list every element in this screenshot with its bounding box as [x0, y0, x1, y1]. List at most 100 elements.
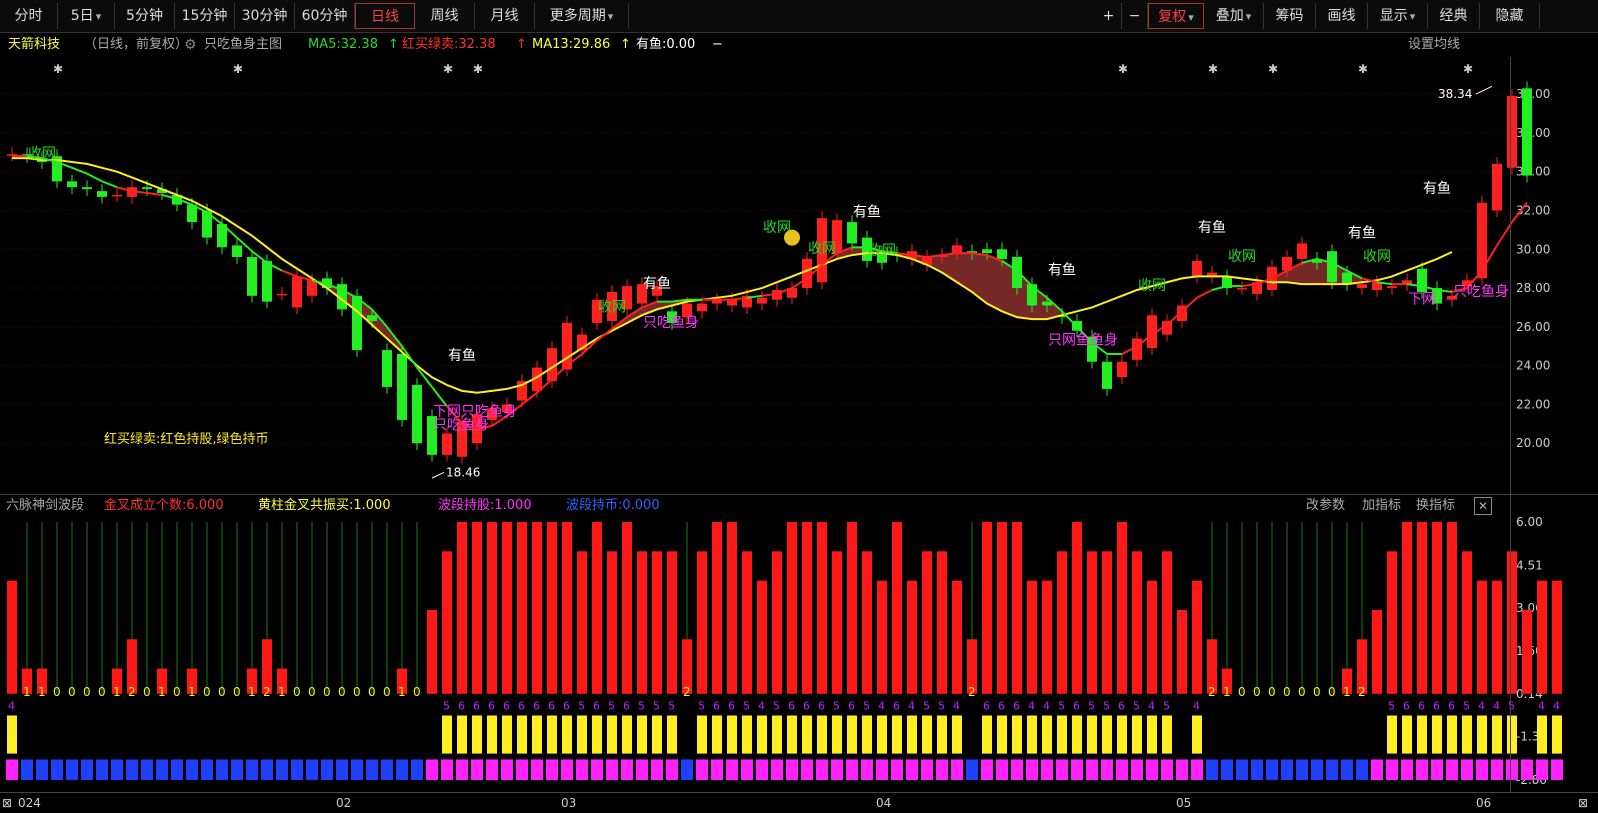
chart-annotation: 有鱼 — [1198, 219, 1226, 236]
sub-value-label: 2 — [683, 685, 691, 699]
band-digit-label: 5 — [743, 700, 750, 713]
hongmai-arrow-icon: ↑ — [516, 37, 527, 52]
toolbar-button-1[interactable]: − — [1122, 3, 1148, 29]
candle-body — [142, 187, 152, 190]
candle[interactable] — [97, 184, 107, 204]
sub-red-bar — [457, 522, 467, 694]
sub-indicator-name[interactable]: 六脉神剑波段 — [6, 495, 84, 517]
period-tab-8[interactable]: 月线 — [475, 3, 535, 29]
trend-band-bar — [516, 759, 528, 780]
chart-annotation: 有鱼 — [1048, 261, 1076, 278]
period-tab-4[interactable]: 30分钟 — [235, 3, 295, 29]
period-tab-2[interactable]: 5分钟 — [115, 3, 175, 29]
candle[interactable] — [382, 343, 392, 394]
candle[interactable] — [1207, 265, 1217, 284]
toolbar-button-0[interactable]: + — [1096, 3, 1122, 29]
candle[interactable] — [577, 327, 587, 357]
close-icon[interactable]: ✕ — [1474, 497, 1492, 515]
gear-icon[interactable]: ⚙ — [184, 33, 197, 57]
set-ma-button[interactable]: 设置均线 — [1408, 33, 1460, 57]
period-tab-3[interactable]: 15分钟 — [175, 3, 235, 29]
trend-band-bar — [1461, 759, 1473, 780]
candle[interactable] — [277, 287, 287, 301]
candle[interactable] — [1492, 157, 1502, 218]
sub-red-bar — [1057, 551, 1067, 694]
sub-indicator-chart[interactable]: 6.004.513.061.600.14-1.31-2.804110000120… — [0, 516, 1598, 792]
candle[interactable] — [82, 180, 92, 196]
sub-red-bar — [637, 551, 647, 694]
candle[interactable] — [1117, 354, 1127, 385]
face-icon — [784, 229, 800, 246]
toolbar-button-2[interactable]: 复权 — [1148, 3, 1204, 29]
candle[interactable] — [67, 174, 77, 194]
candle[interactable] — [922, 250, 932, 272]
candle[interactable] — [1522, 81, 1532, 183]
stock-name[interactable]: 天箭科技 — [8, 33, 60, 57]
sub-value-label: 1 — [38, 685, 46, 699]
sub-value-label: 1 — [113, 685, 121, 699]
switch-indicator-button[interactable]: 换指标 — [1416, 495, 1455, 517]
trend-band-bar — [1116, 759, 1128, 780]
candle[interactable] — [757, 290, 767, 311]
add-indicator-button[interactable]: 加指标 — [1362, 495, 1401, 517]
signal-star-icon: ✱ — [1463, 62, 1473, 76]
sub-red-bar — [1087, 551, 1097, 694]
ma13-line — [12, 157, 1453, 394]
toolbar-button-8[interactable]: 隐藏 — [1480, 3, 1540, 29]
yellow-band-bar — [1507, 715, 1517, 754]
toolbar-button-5[interactable]: 画线 — [1316, 3, 1368, 29]
period-tab-9[interactable]: 更多周期 — [535, 3, 629, 29]
trend-band-bar — [381, 759, 393, 780]
yellow-band-bar — [802, 715, 812, 754]
candle[interactable] — [1237, 281, 1247, 295]
candle[interactable] — [847, 215, 857, 251]
candle[interactable] — [1102, 354, 1112, 396]
toolbar-button-4[interactable]: 筹码 — [1264, 3, 1316, 29]
yellow-band-bar — [1162, 715, 1172, 754]
trend-band-bar — [1086, 759, 1098, 780]
candle[interactable] — [1507, 89, 1517, 175]
chart-annotation: 只吃鱼身 — [643, 314, 699, 331]
period-tab-6[interactable]: 日线 — [355, 3, 415, 29]
scroll-right-icon[interactable]: ⊠ — [1578, 793, 1588, 813]
boduan-chibi-value: 波段持币:0.000 — [566, 498, 660, 513]
edit-params-button[interactable]: 改参数 — [1306, 495, 1345, 517]
main-kline-chart[interactable]: 38.0036.0034.0032.0030.0028.0026.0024.00… — [0, 57, 1598, 494]
yellow-band-bar — [877, 715, 887, 754]
yellow-band-bar — [577, 715, 587, 754]
scroll-left-icon[interactable]: ⊠ — [2, 793, 12, 813]
candle[interactable] — [247, 250, 257, 303]
period-tab-0[interactable]: 分时 — [0, 3, 58, 29]
candle[interactable] — [412, 378, 422, 450]
indicator-name[interactable]: 只吃鱼身主图 — [204, 33, 282, 57]
youyu-value: 有鱼:0.00 — [636, 37, 696, 52]
sub-value-label: 1 — [158, 685, 166, 699]
candle[interactable] — [112, 188, 122, 202]
trend-band-bar — [81, 759, 93, 780]
period-tab-1[interactable]: 5日 — [58, 3, 115, 29]
candle[interactable] — [1387, 279, 1397, 295]
candle-body — [1102, 361, 1112, 389]
trend-band-bar — [951, 759, 963, 780]
candle-body — [97, 191, 107, 197]
candle[interactable] — [232, 238, 242, 264]
chart-header: 天箭科技 （日线，前复权） ⚙ 只吃鱼身主图 MA5:32.38 ↑ 红买绿卖:… — [0, 33, 1598, 57]
candle[interactable] — [397, 347, 407, 427]
yellow-band-bar — [1072, 715, 1082, 754]
trend-band-bar — [1296, 759, 1308, 780]
trend-band-bar — [1401, 759, 1413, 780]
yellow-band-bar — [742, 715, 752, 754]
trend-band-bar — [786, 759, 798, 780]
toolbar-button-7[interactable]: 经典 — [1428, 3, 1480, 29]
signal-star-icon: ✱ — [1358, 62, 1368, 76]
period-tab-7[interactable]: 周线 — [415, 3, 475, 29]
toolbar-button-6[interactable]: 显示 — [1368, 3, 1428, 29]
candle[interactable] — [1192, 254, 1202, 284]
yellow-band-bar — [1087, 715, 1097, 754]
band-digit-label: 5 — [443, 700, 450, 713]
period-tab-5[interactable]: 60分钟 — [295, 3, 355, 29]
candle[interactable] — [712, 292, 722, 311]
candle[interactable] — [1222, 269, 1232, 295]
toolbar-button-3[interactable]: 叠加 — [1204, 3, 1264, 29]
candle[interactable] — [562, 316, 572, 377]
